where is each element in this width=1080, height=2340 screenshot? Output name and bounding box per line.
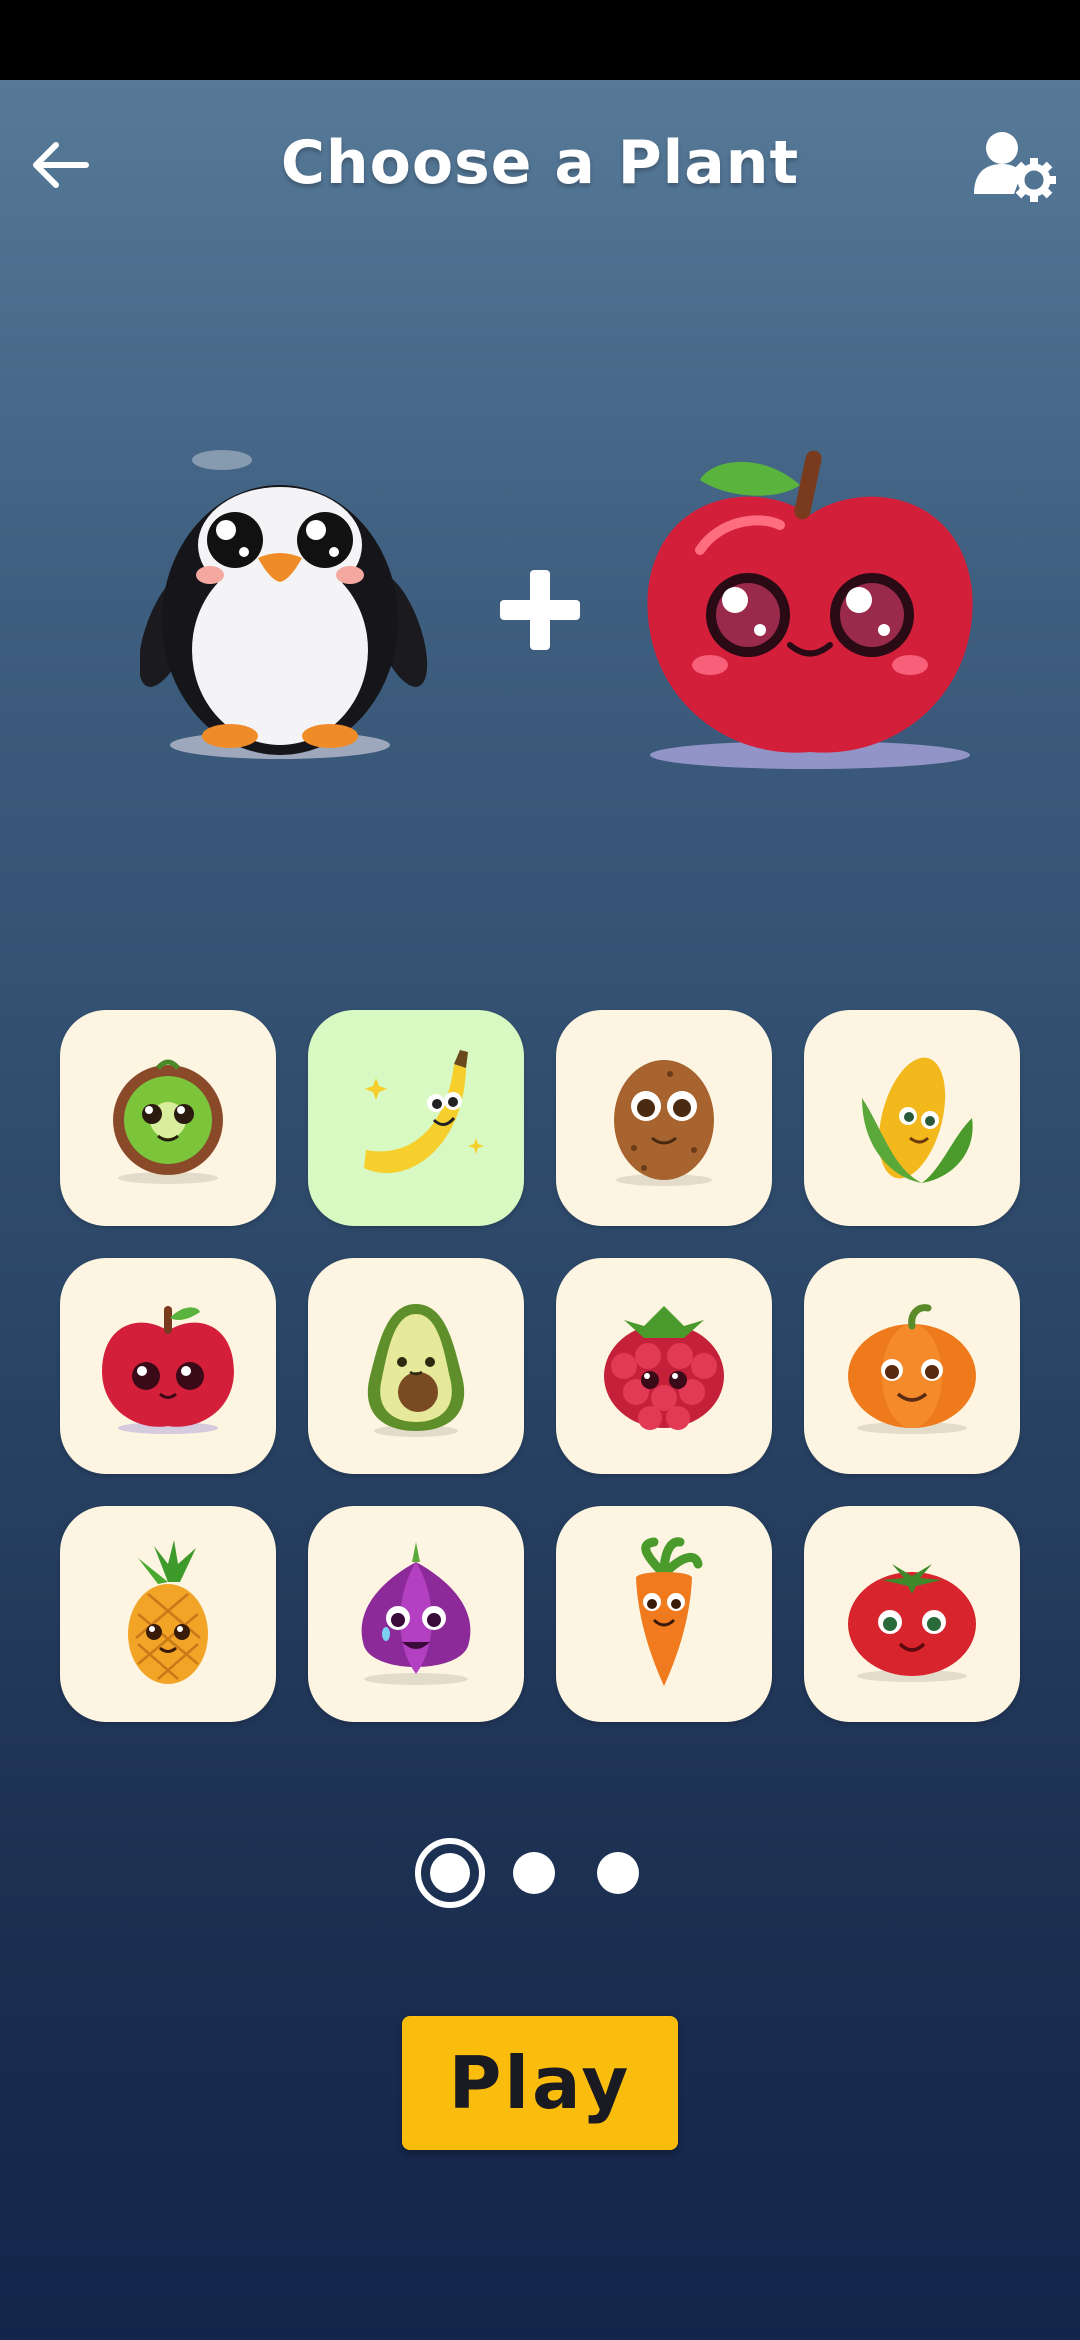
tomato-icon <box>848 1564 976 1682</box>
potato-icon <box>614 1060 714 1186</box>
plant-tile-potato[interactable] <box>556 1010 772 1226</box>
pineapple-icon <box>128 1540 208 1684</box>
plant-tile-corn[interactable] <box>804 1010 1020 1226</box>
plant-tile-pumpkin[interactable] <box>804 1258 1020 1474</box>
play-button[interactable]: Play <box>402 2016 678 2150</box>
plant-tile-banana[interactable] <box>308 1010 524 1226</box>
plant-tile-pineapple[interactable] <box>60 1506 276 1722</box>
raspberry-icon <box>604 1306 724 1430</box>
plant-grid <box>60 1010 1020 1722</box>
carrot-icon <box>636 1537 703 1686</box>
user-settings-icon <box>974 132 1056 202</box>
corn-icon <box>862 1057 973 1183</box>
page-dot-2[interactable] <box>513 1852 555 1894</box>
page-dot-3[interactable] <box>597 1852 639 1894</box>
page-title: Choose a Plant <box>280 128 800 198</box>
header: Choose a Plant <box>0 80 1080 250</box>
plant-tile-apple[interactable] <box>60 1258 276 1474</box>
avocado-icon <box>367 1304 465 1437</box>
status-bar <box>0 0 1080 80</box>
plant-tile-avocado[interactable] <box>308 1258 524 1474</box>
page-indicator <box>0 1838 1080 1908</box>
plant-tile-carrot[interactable] <box>556 1506 772 1722</box>
penguin-character <box>140 450 428 759</box>
plant-tile-onion[interactable] <box>308 1506 524 1722</box>
page-dot-1-active[interactable] <box>415 1838 485 1908</box>
plant-tile-raspberry[interactable] <box>556 1258 772 1474</box>
plus-icon <box>500 570 580 650</box>
apple-character <box>647 450 973 769</box>
banana-icon <box>364 1050 484 1174</box>
plant-tile-kiwi[interactable] <box>60 1010 276 1226</box>
kiwi-icon <box>113 1059 223 1184</box>
apple-icon <box>102 1306 234 1434</box>
onion-icon <box>361 1542 471 1685</box>
pumpkin-icon <box>848 1304 976 1434</box>
user-settings-button[interactable] <box>970 128 1060 206</box>
plant-tile-tomato[interactable] <box>804 1506 1020 1722</box>
combination-preview <box>0 440 1080 780</box>
